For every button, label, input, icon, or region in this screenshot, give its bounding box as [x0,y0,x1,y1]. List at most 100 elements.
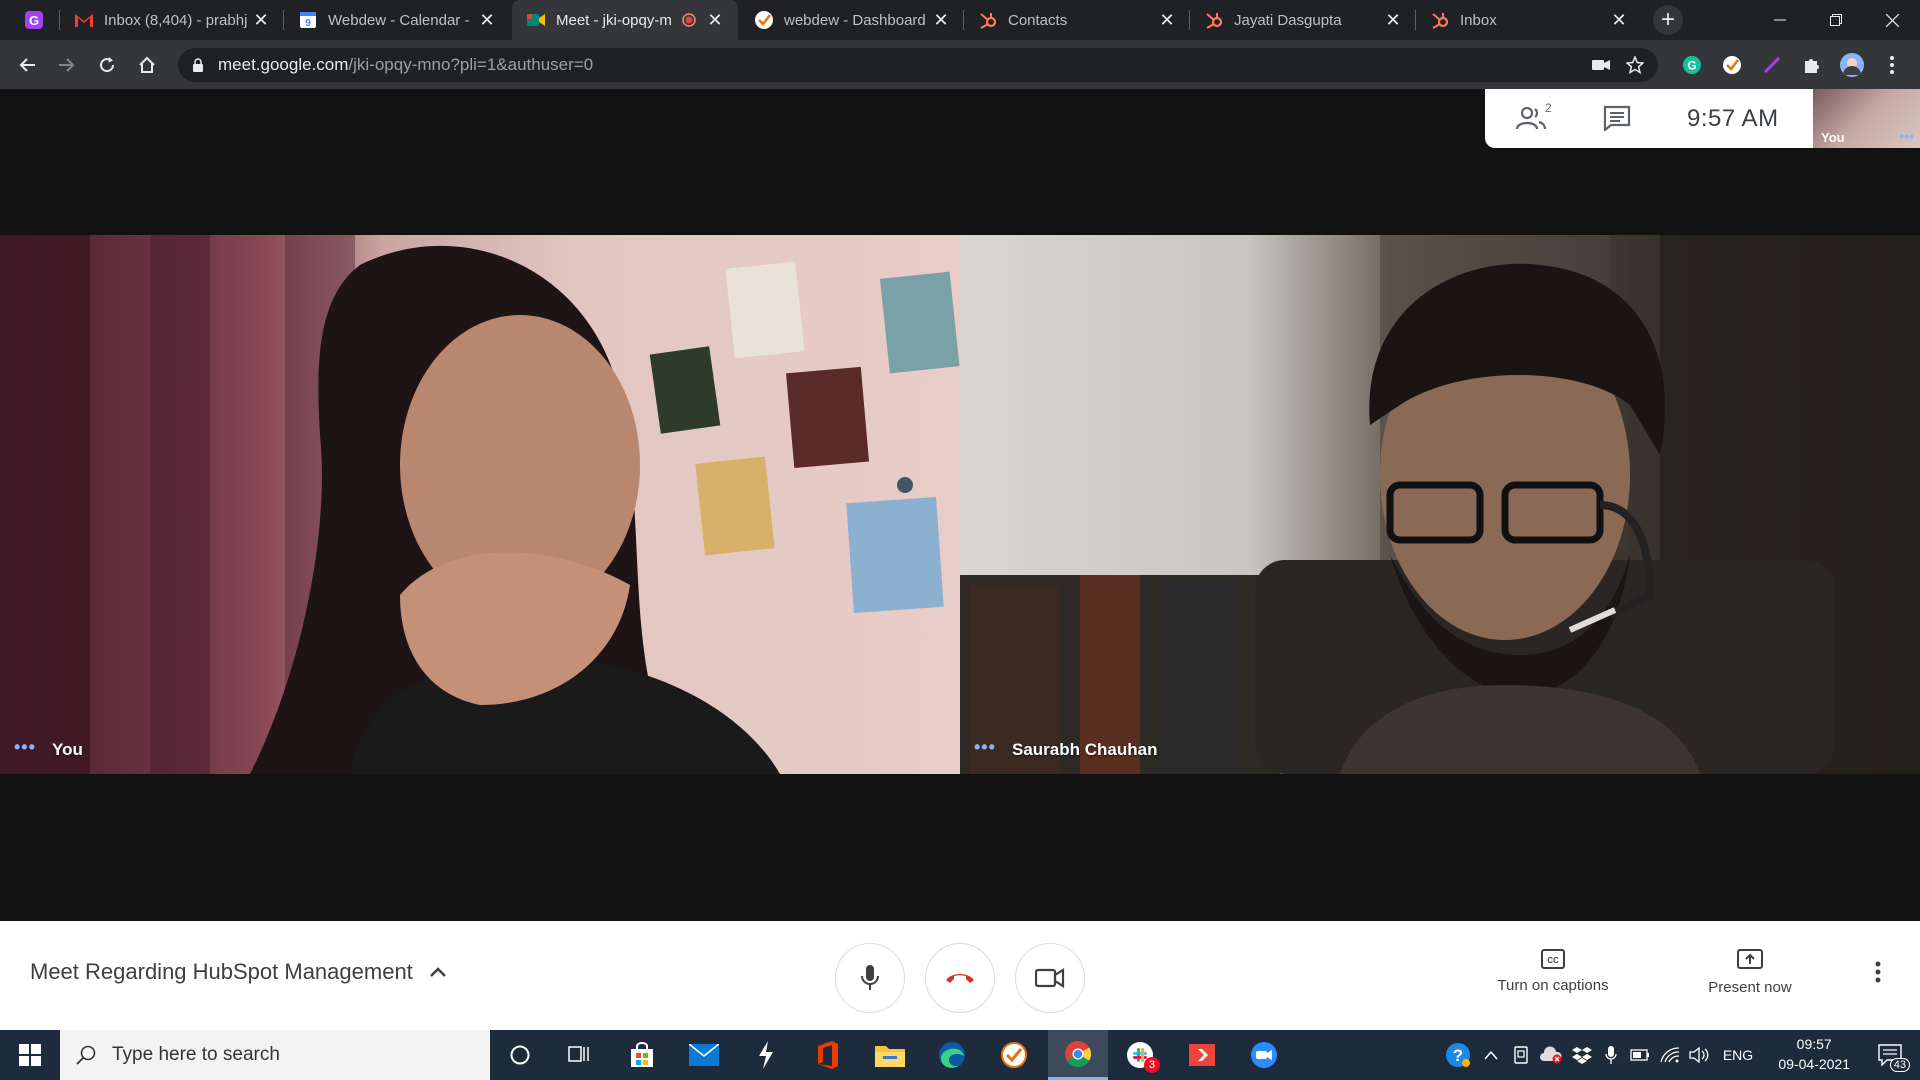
chat-button[interactable] [1603,105,1631,131]
forward-button[interactable] [52,50,82,80]
home-icon [138,56,156,74]
taskbar-app-slack[interactable]: 3 [1110,1030,1170,1080]
show-hidden-icons-button[interactable] [1478,1030,1504,1080]
tab-app-launcher[interactable]: G [10,0,60,40]
close-tab-button[interactable]: ✕ [476,10,498,31]
task-view-button[interactable] [550,1030,610,1080]
extensions-button[interactable] [1800,53,1824,77]
new-tab-button[interactable]: + [1643,0,1693,40]
more-options-icon[interactable]: ••• [14,737,36,758]
check-icon [754,10,774,30]
browser-toolbar: meet.google.com/jki-opqy-mno?pli=1&authu… [0,40,1920,89]
video-tile-saurabh-chauhan[interactable]: ••• Saurabh Chauhan [960,235,1920,774]
close-window-button[interactable] [1864,0,1920,40]
arrow-right-icon [58,56,76,74]
call-controls-bar: Meet Regarding HubSpot Management CC Tur… [0,921,1920,1030]
windows-logo-icon [19,1044,41,1066]
taskbar-app-office[interactable] [798,1030,858,1080]
taskbar-app-file-explorer[interactable] [860,1030,920,1080]
taskbar-app-edge[interactable] [922,1030,982,1080]
search-icon [76,1045,96,1065]
tab-gmail-inbox[interactable]: Inbox (8,404) - prabhj ✕ [60,0,284,40]
close-tab-button[interactable]: ✕ [250,10,272,31]
camera-button[interactable] [1015,943,1085,1013]
more-options-icon[interactable]: ••• [974,737,996,758]
svg-text:9: 9 [305,18,311,29]
camera-in-use-icon[interactable] [1592,59,1610,71]
meeting-details-button[interactable]: Meet Regarding HubSpot Management [30,959,447,985]
notification-count: 43 [1889,1058,1910,1072]
minimize-window-button[interactable] [1752,0,1808,40]
close-tab-button[interactable]: ✕ [1156,10,1178,31]
end-call-button[interactable] [925,943,995,1013]
tray-volume-button[interactable] [1686,1030,1714,1080]
taskbar-search-input[interactable]: Type here to search [60,1030,490,1080]
video-frame-saurabh [960,235,1920,774]
taskbar-app-anydesk[interactable] [1172,1030,1232,1080]
close-tab-button[interactable]: ✕ [1608,10,1630,31]
cortana-button[interactable] [490,1030,550,1080]
taskbar-app-zoom[interactable] [1234,1030,1294,1080]
close-tab-button[interactable]: ✕ [1382,10,1404,31]
zoom-icon [1250,1041,1278,1069]
close-tab-button[interactable]: ✕ [704,10,726,31]
taskbar-app-lightning[interactable] [736,1030,796,1080]
phone-hangup-icon [944,970,976,986]
home-button[interactable] [132,50,162,80]
tray-wifi-button[interactable] [1656,1030,1684,1080]
back-button[interactable] [12,50,42,80]
folder-icon [875,1043,905,1067]
tray-microphone-button[interactable] [1598,1030,1624,1080]
tray-cloud-button[interactable] [1536,1030,1566,1080]
start-button[interactable] [0,1030,60,1080]
gmail-icon [74,10,94,30]
action-center-button[interactable]: 43 [1860,1030,1920,1080]
more-options-icon[interactable]: ••• [1899,128,1914,144]
captions-button[interactable]: CC Turn on captions [1488,949,1618,994]
bookmark-star-icon[interactable] [1626,56,1644,74]
tab-contacts[interactable]: Contacts ✕ [964,0,1190,40]
calendar-icon: 9 [298,10,318,30]
svg-text:CC: CC [1547,956,1559,965]
address-bar[interactable]: meet.google.com/jki-opqy-mno?pli=1&authu… [178,48,1658,82]
windows-taskbar: Type here to search 3 ? ENG 09:57 09-04-… [0,1030,1920,1080]
taskbar-app-mail[interactable] [674,1030,734,1080]
grammarly-extension-button[interactable]: G [1680,53,1704,77]
search-placeholder: Type here to search [112,1044,280,1065]
close-tab-button[interactable]: ✕ [930,10,952,31]
taskbar-clock[interactable]: 09:57 09-04-2021 [1778,1034,1850,1074]
taskbar-app-check[interactable] [984,1030,1044,1080]
tab-dashboard[interactable]: webdew - Dashboard ✕ [740,0,964,40]
microphone-button[interactable] [835,943,905,1013]
profile-avatar-button[interactable] [1840,53,1864,77]
taskbar-app-chrome[interactable] [1048,1030,1108,1080]
browser-menu-button[interactable] [1880,53,1904,77]
self-view-thumbnail[interactable]: You ••• [1813,89,1920,148]
participants-button[interactable]: 2 [1515,101,1552,131]
present-label: Present now [1708,979,1792,996]
restore-window-button[interactable] [1808,0,1864,40]
more-vertical-icon [1875,961,1881,983]
more-vertical-icon [1890,56,1894,74]
svg-text:?: ? [1453,1046,1463,1065]
reload-button[interactable] [92,50,122,80]
pen-extension-button[interactable] [1760,53,1784,77]
cortana-circle-icon [509,1044,531,1066]
taskbar-app-store[interactable] [612,1030,672,1080]
more-options-button[interactable] [1875,961,1881,983]
tab-inbox[interactable]: Inbox ✕ [1416,0,1642,40]
tray-language-button[interactable]: ENG [1718,1030,1758,1080]
present-now-button[interactable]: Present now [1690,949,1810,996]
notification-icon: 43 [1878,1044,1910,1072]
tray-dropbox-button[interactable] [1568,1030,1596,1080]
tab-calendar[interactable]: 9 Webdew - Calendar - ✕ [284,0,510,40]
help-tray-button[interactable]: ? [1440,1030,1476,1080]
tray-device-button[interactable] [1508,1030,1534,1080]
url-host: meet.google.com [218,55,349,74]
tab-meet[interactable]: Meet - jki-opqy-m ✕ [512,0,738,40]
check-extension-button[interactable] [1720,53,1744,77]
tab-jayati-dasgupta[interactable]: Jayati Dasgupta ✕ [1190,0,1416,40]
video-tile-you[interactable]: ••• You [0,235,960,774]
tray-battery-button[interactable] [1626,1030,1654,1080]
taskbar-time: 09:57 [1796,1036,1832,1052]
